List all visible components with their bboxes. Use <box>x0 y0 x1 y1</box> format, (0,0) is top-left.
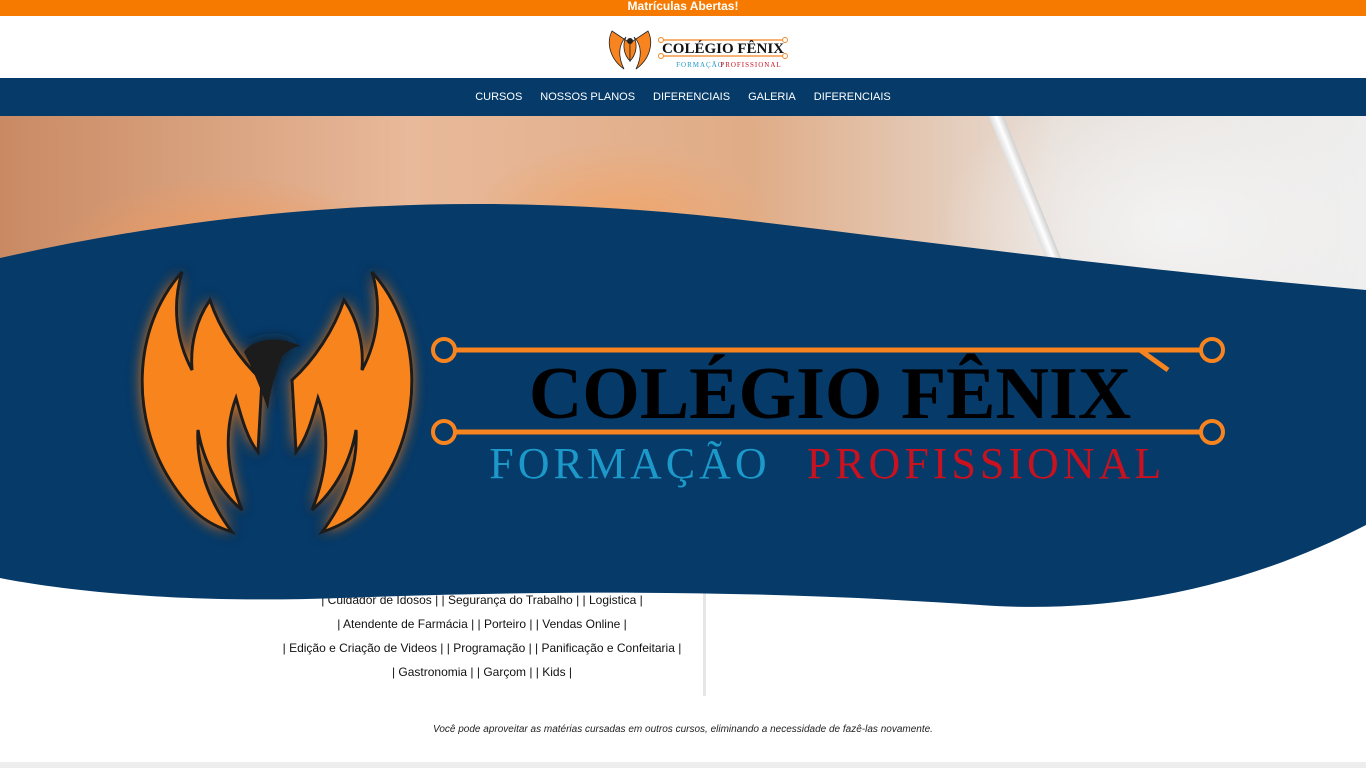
announcement-text: Matrículas Abertas! <box>627 0 739 13</box>
courses-section: Contabilidade | | Operador de Caixa | | … <box>0 446 1366 768</box>
announcement-bar: Matrículas Abertas! <box>0 0 1366 16</box>
footer-divider <box>0 762 1366 768</box>
course-list: Contabilidade | | Operador de Caixa | | … <box>260 516 704 696</box>
course-line: | Edição e Criação de Videos | | Program… <box>282 641 682 655</box>
course-line: | Operador de Telemarketing | | Hotelari… <box>276 545 688 559</box>
nav-item-cursos[interactable]: CURSOS <box>475 91 522 103</box>
course-line: | Montagem e Manutenção | | Web Designer… <box>308 569 656 583</box>
site-header: COLÉGIO FÊNIX FORMAÇÃO PROFISSIONAL <box>0 16 1366 78</box>
nav-item-diferenciais-2[interactable]: DIFERENCIAIS <box>814 91 891 103</box>
course-line: | Gastronomia | | Garçom | | Kids | <box>391 665 573 679</box>
course-line-partial: Contabilidade | | Operador de Caixa | <box>383 521 581 535</box>
phoenix-icon <box>608 30 652 70</box>
main-nav: CURSOS NOSSOS PLANOS DIFERENCIAIS GALERI… <box>0 78 1366 116</box>
header-logo-sub2: PROFISSIONAL <box>720 61 781 69</box>
header-logo-title: COLÉGIO FÊNIX <box>662 40 784 57</box>
course-line: | Atendente de Farmácia | | Porteiro | |… <box>337 617 627 631</box>
nav-item-galeria[interactable]: GALERIA <box>748 91 796 103</box>
pen-image <box>985 116 1096 350</box>
course-line: | Cuidador de Idosos | | Segurança do Tr… <box>321 593 643 607</box>
nav-item-nossos-planos[interactable]: NOSSOS PLANOS <box>540 91 635 103</box>
header-logo[interactable]: COLÉGIO FÊNIX FORMAÇÃO PROFISSIONAL <box>604 23 794 73</box>
header-logo-sub1: FORMAÇÃO <box>676 61 724 69</box>
hero-banner-image <box>0 116 1366 446</box>
nav-item-diferenciais[interactable]: DIFERENCIAIS <box>653 91 730 103</box>
column-divider <box>703 518 706 696</box>
right-column-text: Sa <box>806 566 824 582</box>
courses-note: Você pode aproveitar as matérias cursada… <box>433 724 933 735</box>
